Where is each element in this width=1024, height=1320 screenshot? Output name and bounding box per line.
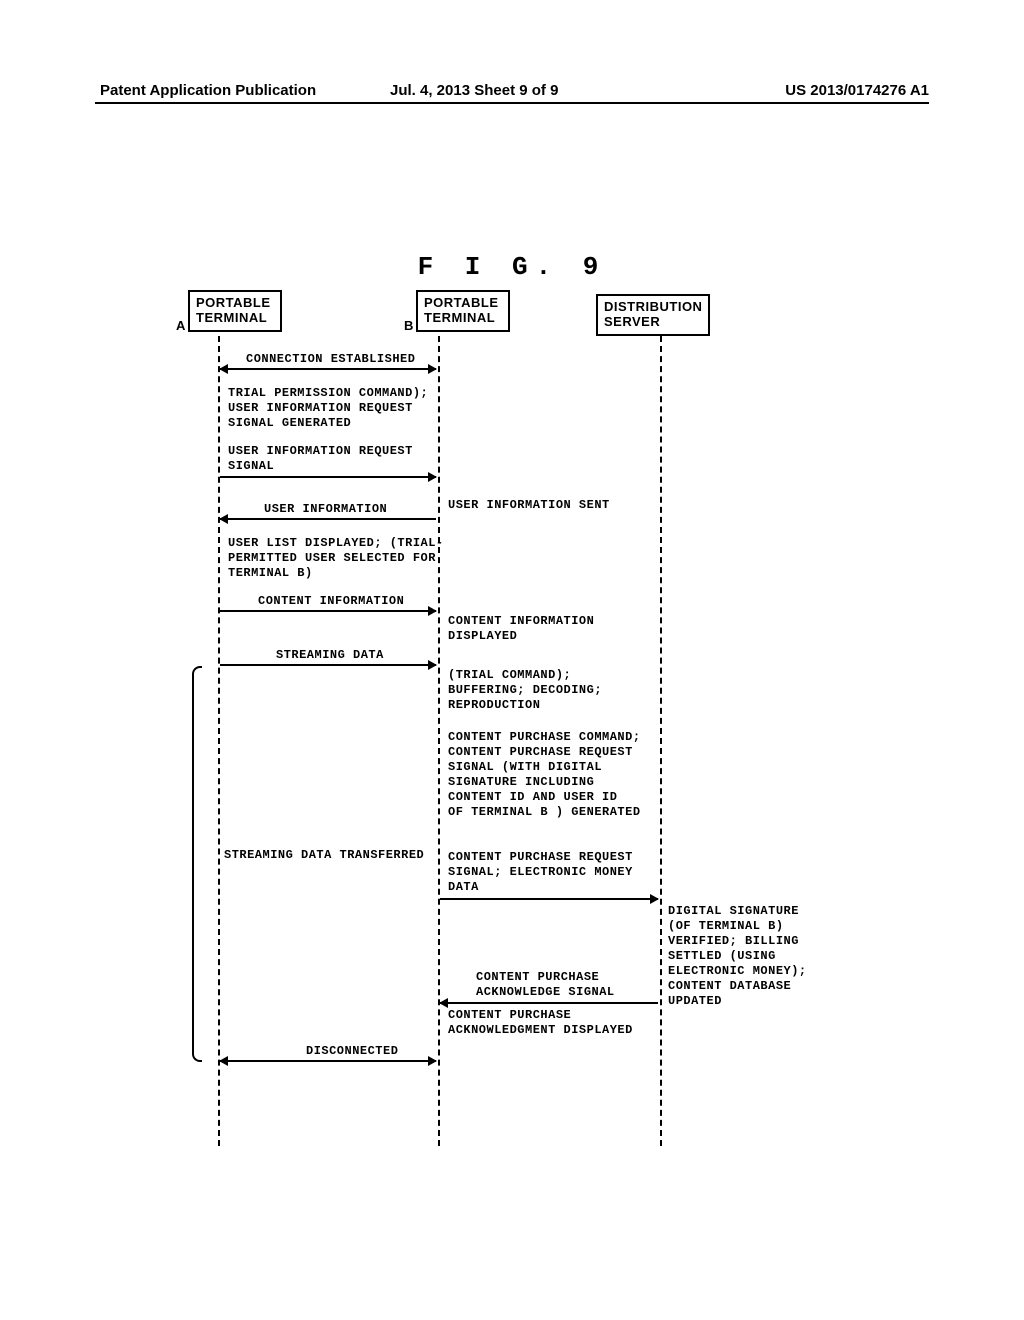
msg-streaming-transferred: STREAMING DATA TRANSFERRED xyxy=(224,848,424,863)
arrow-user-info-req xyxy=(220,476,436,478)
arrow-conn-right xyxy=(220,368,436,370)
lifeline-a xyxy=(218,336,220,1146)
msg-user-info: USER INFORMATION xyxy=(264,502,387,517)
lifeline-server xyxy=(660,336,662,1146)
msg-user-info-sent: USER INFORMATION SENT xyxy=(448,498,610,513)
figure-title: F I G. 9 xyxy=(0,252,1024,282)
actor-server: DISTRIBUTION SERVER xyxy=(596,294,710,336)
msg-ack-disp: CONTENT PURCHASE ACKNOWLEDGMENT DISPLAYE… xyxy=(448,1008,633,1038)
msg-ack-signal: CONTENT PURCHASE ACKNOWLEDGE SIGNAL xyxy=(476,970,615,1000)
actor-a-sub: A xyxy=(176,318,186,333)
actor-terminal-a: PORTABLE TERMINAL xyxy=(188,290,282,332)
arrow-purchase-req xyxy=(440,898,658,900)
header-right: US 2013/0174276 A1 xyxy=(785,82,929,99)
msg-streaming: STREAMING DATA xyxy=(276,648,384,663)
msg-user-list: USER LIST DISPLAYED; (TRIAL- PERMITTED U… xyxy=(228,536,444,581)
msg-purchase-req: CONTENT PURCHASE REQUEST SIGNAL; ELECTRO… xyxy=(448,850,633,895)
actor-terminal-b: PORTABLE TERMINAL xyxy=(416,290,510,332)
arrow-user-info xyxy=(220,518,436,520)
header-mid: Jul. 4, 2013 Sheet 9 of 9 xyxy=(390,82,558,99)
arrow-streaming xyxy=(220,664,436,666)
msg-trial-cmd: (TRIAL COMMAND); BUFFERING; DECODING; RE… xyxy=(448,668,602,713)
msg-content-info: CONTENT INFORMATION xyxy=(258,594,404,609)
msg-user-info-req: USER INFORMATION REQUEST SIGNAL xyxy=(228,444,413,474)
msg-purchase-cmd: CONTENT PURCHASE COMMAND; CONTENT PURCHA… xyxy=(448,730,641,820)
lifeline-b xyxy=(438,336,440,1146)
arrow-ack xyxy=(440,1002,658,1004)
msg-server-verify: DIGITAL SIGNATURE (OF TERMINAL B) VERIFI… xyxy=(668,904,807,1009)
msg-trial-permission: TRIAL PERMISSION COMMAND); USER INFORMAT… xyxy=(228,386,428,431)
arrow-content-info xyxy=(220,610,436,612)
loop-brace xyxy=(192,666,202,1062)
sequence-diagram: PORTABLE TERMINAL A PORTABLE TERMINAL B … xyxy=(0,290,1024,1170)
actor-b-sub: B xyxy=(404,318,414,333)
arrow-disc-right xyxy=(220,1060,436,1062)
msg-disconnected: DISCONNECTED xyxy=(306,1044,398,1059)
msg-content-info-disp: CONTENT INFORMATION DISPLAYED xyxy=(448,614,594,644)
header-rule xyxy=(95,102,929,104)
msg-connection-established: CONNECTION ESTABLISHED xyxy=(246,352,415,367)
header-left: Patent Application Publication xyxy=(100,82,316,99)
